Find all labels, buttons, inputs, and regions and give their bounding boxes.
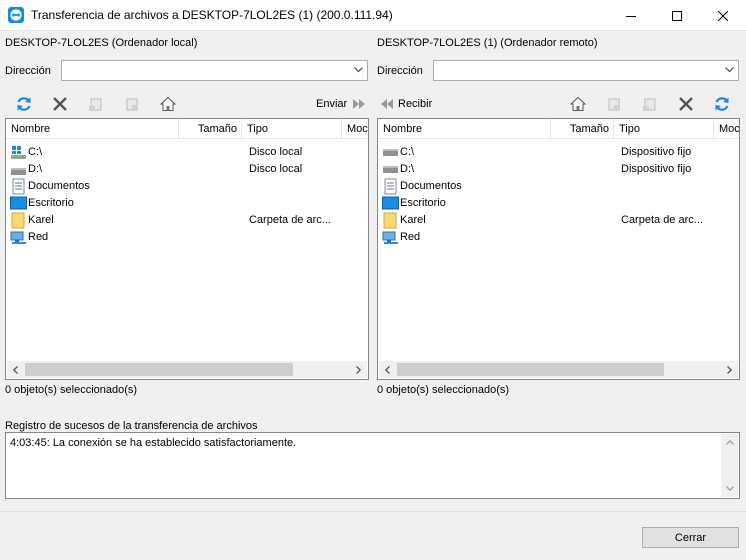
- chevron-down-icon: [354, 67, 363, 73]
- column-type[interactable]: Tipo: [614, 119, 714, 139]
- list-item[interactable]: Karel Carpeta de arc...: [6, 212, 368, 229]
- drive-icon: [10, 161, 27, 178]
- drive-icon: [382, 144, 399, 161]
- column-type[interactable]: Tipo: [242, 119, 342, 139]
- remote-address-label: Dirección: [377, 65, 423, 77]
- close-button[interactable]: [700, 0, 746, 31]
- local-horizontal-scrollbar[interactable]: [7, 361, 367, 378]
- new-folder-icon[interactable]: [87, 95, 105, 113]
- column-size[interactable]: Tamaño: [179, 119, 242, 139]
- list-item[interactable]: C:\ Disco local: [6, 144, 368, 161]
- list-item[interactable]: Documentos: [378, 178, 739, 195]
- scroll-right-icon[interactable]: [721, 361, 738, 378]
- rename-icon[interactable]: [605, 95, 623, 113]
- receive-label[interactable]: Recibir: [398, 98, 432, 110]
- network-icon: [382, 229, 399, 246]
- maximize-button[interactable]: [654, 0, 700, 31]
- column-modified[interactable]: Moc: [714, 119, 743, 139]
- window-title: Transferencia de archivos a DESKTOP-7LOL…: [31, 8, 393, 22]
- delete-icon[interactable]: [677, 95, 695, 113]
- local-file-list[interactable]: Nombre Tamaño Tipo Moc C:\ Disco local D…: [5, 118, 369, 380]
- maximize-icon: [672, 10, 682, 21]
- list-item[interactable]: Escritorio: [6, 195, 368, 212]
- rename-icon[interactable]: [123, 95, 141, 113]
- desktop-icon: [382, 195, 399, 212]
- windows-drive-icon: [10, 144, 27, 161]
- footer-separator: [0, 511, 746, 512]
- column-modified[interactable]: Moc: [342, 119, 372, 139]
- remote-address-combo[interactable]: [433, 60, 739, 81]
- new-folder-icon[interactable]: [641, 95, 659, 113]
- delete-icon[interactable]: [51, 95, 69, 113]
- scroll-down-icon[interactable]: [721, 480, 738, 497]
- local-address-label: Dirección: [5, 65, 51, 77]
- column-size[interactable]: Tamaño: [551, 119, 614, 139]
- folder-icon: [10, 212, 27, 229]
- local-pane-title: DESKTOP-7LOL2ES (Ordenador local): [5, 37, 198, 49]
- send-label[interactable]: Enviar: [316, 98, 347, 110]
- list-item[interactable]: Red: [378, 229, 739, 246]
- local-address-combo[interactable]: [61, 60, 368, 81]
- folder-icon: [382, 212, 399, 229]
- documents-icon: [10, 178, 27, 195]
- home-icon[interactable]: [159, 95, 177, 113]
- list-item[interactable]: Karel Carpeta de arc...: [378, 212, 739, 229]
- local-status-text: 0 objeto(s) seleccionado(s): [5, 384, 138, 396]
- log-entry: 4:03:45: La conexión se ha establecido s…: [10, 437, 297, 449]
- close-dialog-button[interactable]: Cerrar: [642, 527, 739, 548]
- column-name[interactable]: Nombre: [378, 119, 551, 139]
- list-item[interactable]: Red: [6, 229, 368, 246]
- close-icon: [718, 10, 728, 21]
- list-item[interactable]: D:\ Disco local: [6, 161, 368, 178]
- scroll-left-icon[interactable]: [7, 361, 24, 378]
- desktop-icon: [10, 195, 27, 212]
- list-item[interactable]: C:\ Dispositivo fijo: [378, 144, 739, 161]
- column-name[interactable]: Nombre: [6, 119, 179, 139]
- chevron-down-icon: [725, 67, 734, 73]
- remote-horizontal-scrollbar[interactable]: [379, 361, 738, 378]
- documents-icon: [382, 178, 399, 195]
- remote-file-list[interactable]: Nombre Tamaño Tipo Moc C:\ Dispositivo f…: [377, 118, 740, 380]
- receive-arrow-icon[interactable]: [378, 95, 396, 113]
- scroll-left-icon[interactable]: [379, 361, 396, 378]
- scroll-right-icon[interactable]: [350, 361, 367, 378]
- log-box[interactable]: 4:03:45: La conexión se ha establecido s…: [5, 432, 740, 499]
- scroll-up-icon[interactable]: [721, 434, 738, 451]
- home-icon[interactable]: [569, 95, 587, 113]
- minimize-icon: [626, 15, 636, 17]
- drive-icon: [382, 161, 399, 178]
- teamviewer-icon: [8, 7, 24, 23]
- remote-list-header: Nombre Tamaño Tipo Moc: [378, 119, 740, 139]
- send-arrow-icon[interactable]: [350, 95, 368, 113]
- list-item[interactable]: Documentos: [6, 178, 368, 195]
- refresh-icon[interactable]: [15, 95, 33, 113]
- refresh-icon[interactable]: [713, 95, 731, 113]
- list-item[interactable]: D:\ Dispositivo fijo: [378, 161, 739, 178]
- scroll-thumb[interactable]: [397, 363, 664, 376]
- remote-pane-title: DESKTOP-7LOL2ES (1) (Ordenador remoto): [377, 37, 598, 49]
- list-item[interactable]: Escritorio: [378, 195, 739, 212]
- scroll-thumb[interactable]: [25, 363, 293, 376]
- remote-status-text: 0 objeto(s) seleccionado(s): [377, 384, 510, 396]
- log-title: Registro de sucesos de la transferencia …: [5, 420, 258, 432]
- local-list-header: Nombre Tamaño Tipo Moc: [6, 119, 368, 139]
- network-icon: [10, 229, 27, 246]
- minimize-button[interactable]: [608, 0, 654, 31]
- log-vertical-scrollbar[interactable]: [721, 434, 738, 497]
